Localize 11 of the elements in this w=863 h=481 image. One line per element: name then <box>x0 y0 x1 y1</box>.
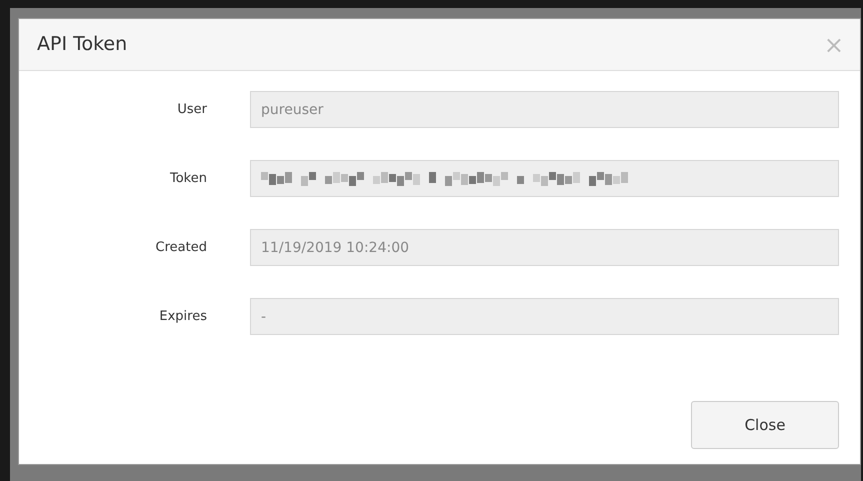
field-label: User <box>176 100 207 119</box>
input-field[interactable]: 11/19/2019 10:24:00 <box>250 229 839 266</box>
input-field[interactable] <box>250 160 839 197</box>
field-label: Expires <box>158 308 207 326</box>
field-label: Created <box>154 238 207 257</box>
close-button[interactable]: × <box>820 32 848 56</box>
field-label: Token <box>169 170 207 188</box>
close-button[interactable]: Close <box>691 401 839 449</box>
dialog-title: API Token <box>37 32 128 58</box>
input-field[interactable]: - <box>250 298 839 335</box>
input-field[interactable]: pureuser <box>250 91 839 128</box>
